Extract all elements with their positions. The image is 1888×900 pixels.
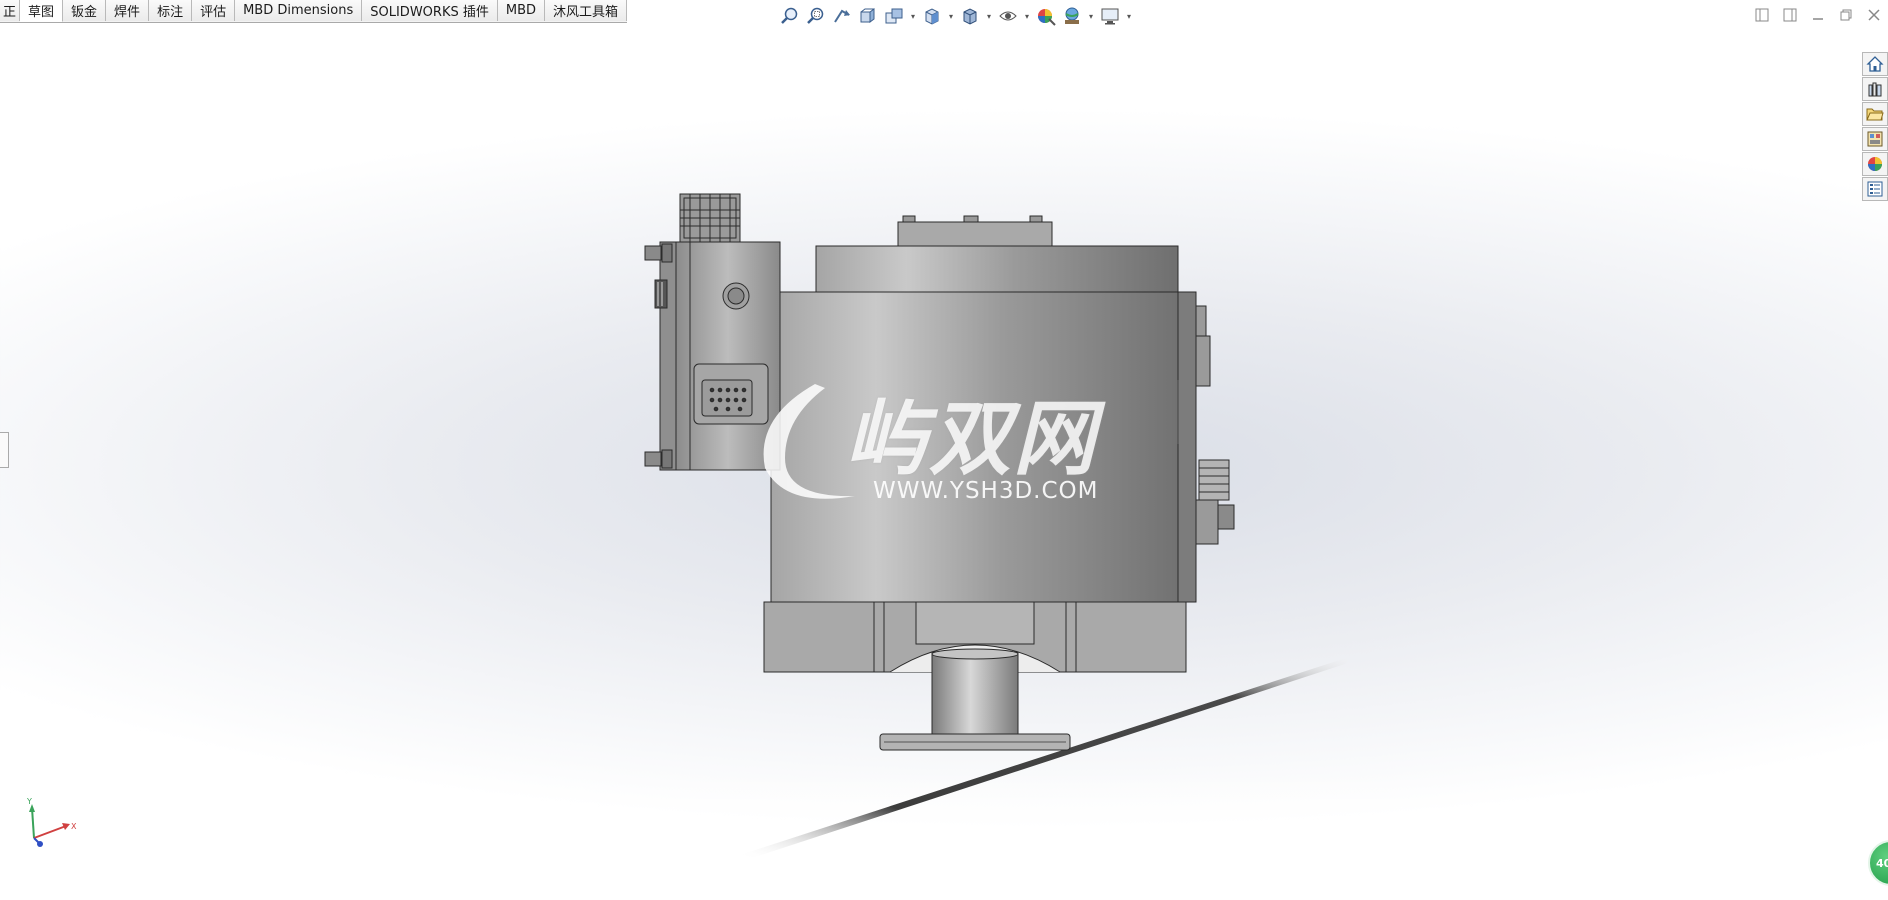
- pump-body: [770, 245, 1197, 603]
- top-cover: [897, 215, 1053, 247]
- triad-x-label: X: [71, 822, 77, 831]
- reference-triad: Y X: [26, 797, 77, 847]
- controller-box: [644, 193, 781, 471]
- triad-y-label: Y: [26, 797, 32, 806]
- floor-shadow: [740, 655, 1355, 858]
- model-viewport[interactable]: [0, 0, 1888, 900]
- side-fittings: [1195, 305, 1235, 545]
